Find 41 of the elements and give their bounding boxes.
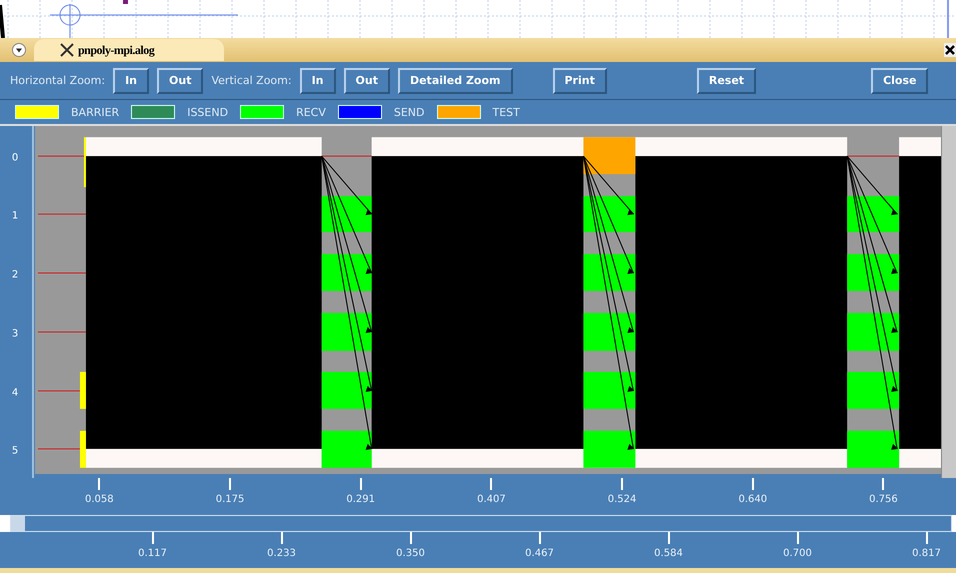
axis-tick-label: 0.467 [525,548,554,559]
horizontal-scrollbar[interactable] [10,515,952,532]
rank-label: 3 [10,328,20,340]
legend-label: BARRIER [71,106,120,118]
axis-tick-label: 0.233 [267,548,296,559]
rank-label: 4 [10,388,20,398]
axis-tick-label: 0.756 [869,494,898,505]
zoom-button[interactable]: Out [344,68,390,94]
toolbar-button[interactable]: Detailed Zoom [398,68,512,94]
zoom-button[interactable]: In [113,68,150,94]
axis-tick-label: 0.524 [608,494,636,505]
axis-tick-label: 0.058 [85,494,114,505]
zoom-button[interactable]: Out [157,68,204,94]
zoom-button[interactable]: In [300,68,336,94]
collapse-icon[interactable] [12,43,26,57]
axis-tick-label: 0.407 [477,494,506,505]
axis-tick-label: 0.117 [138,548,167,559]
rank-label: 0 [10,152,20,164]
toolbar-button[interactable]: Close [871,68,928,94]
axis-tick-label: 0.640 [738,494,768,505]
x-logo-icon [60,43,74,57]
toolbar-button[interactable]: Print [552,68,607,94]
legend-label: SEND [394,106,425,118]
axis-tick-label: 0.700 [783,548,812,559]
rank-label: 5 [10,446,20,456]
rank-label: 1 [10,210,20,222]
legend-label: ISSEND [187,106,228,118]
axis-tick-label: 0.584 [654,548,683,559]
axis-tick-label: 0.291 [346,494,376,505]
legend-label: TEST [492,106,520,118]
zoom-label: Vertical Zoom: [211,74,292,87]
toolbar-button[interactable]: Reset [696,68,756,94]
axis-tick-label: 0.350 [396,548,425,559]
vertical-scrollbar[interactable] [941,126,956,478]
axis-tick-label: 0.817 [912,548,941,559]
close-icon[interactable] [944,43,956,57]
zoom-label: Horizontal Zoom: [10,74,106,87]
rank-label: 2 [10,270,20,280]
axis-tick-label: 0.175 [216,494,244,505]
legend-label: RECV [296,106,326,118]
window-title: pnpoly-mpi.alog [78,42,154,58]
